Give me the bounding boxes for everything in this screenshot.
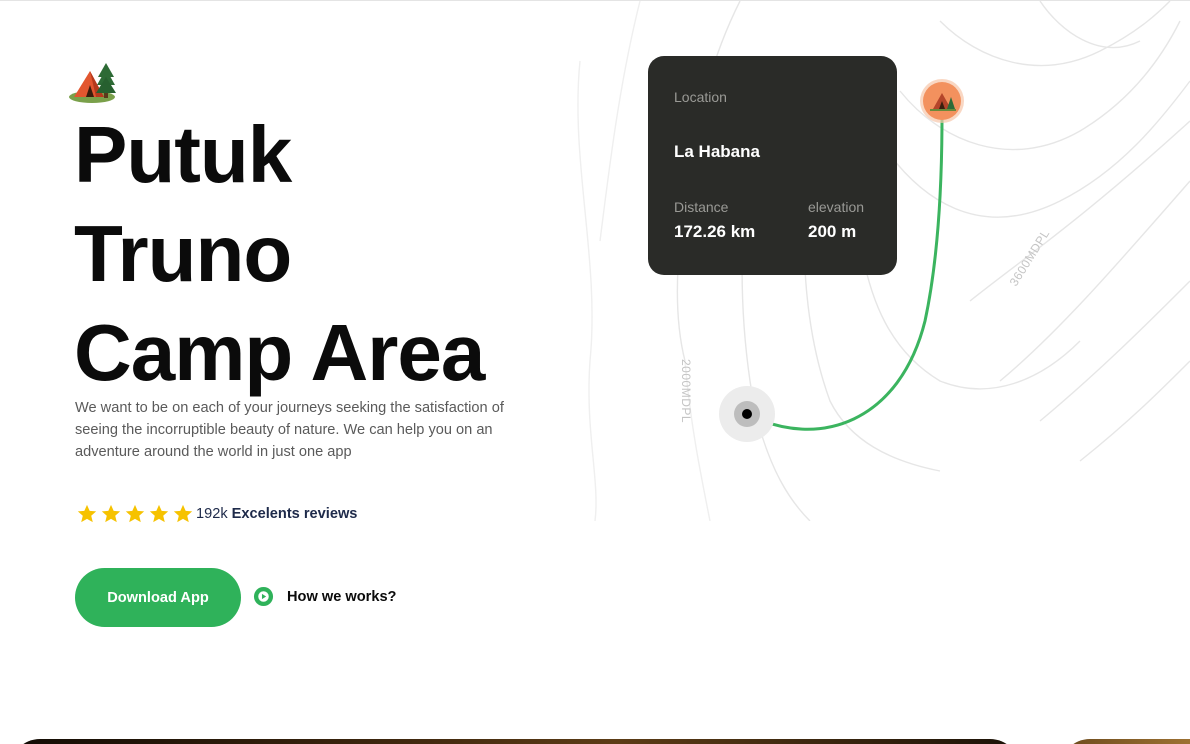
rating-count: 192k: [196, 506, 228, 522]
distance-label: Distance: [674, 199, 729, 215]
camp-tent-icon[interactable]: [920, 79, 964, 123]
hero-title-line-1: Putuk: [74, 110, 292, 199]
hero-title-line-3: Camp Area: [74, 308, 485, 397]
hero-title-line-2: Truno: [74, 209, 292, 298]
distance-value: 172.26 km: [674, 222, 756, 241]
star-icon: [149, 504, 169, 523]
location-value: La Habana: [674, 142, 760, 161]
location-label: Location: [674, 89, 727, 105]
star-icon: [101, 504, 121, 523]
gallery-card-image[interactable]: [10, 739, 1020, 744]
download-app-button[interactable]: Download App: [75, 568, 241, 627]
camp-tent-icon: [69, 63, 116, 103]
rating: 192k Excelents reviews: [76, 503, 357, 525]
location-dot-icon[interactable]: [719, 386, 775, 442]
elevation-value: 200 m: [808, 222, 857, 241]
landing-page: 2000MDPL 3600MDPL Putuk Truno Camp Area …: [0, 0, 1190, 744]
gallery-card-image[interactable]: [1060, 739, 1190, 744]
contour-label-2000: 2000MDPL: [679, 359, 693, 423]
elevation-label: elevation: [808, 199, 865, 215]
star-icon: [173, 504, 193, 523]
play-circle-icon: [253, 586, 274, 607]
star-icon: [77, 504, 97, 523]
how-we-works-label: How we works?: [287, 588, 397, 605]
how-we-works-link[interactable]: How we works?: [253, 586, 396, 607]
rating-label: Excelents reviews: [231, 506, 358, 522]
hero-title: Putuk Truno Camp Area: [74, 105, 485, 402]
location-info-card: Location La Habana Distance 172.26 km el…: [648, 56, 897, 275]
star-icon: [125, 504, 145, 523]
hero-description: We want to be on each of your journeys s…: [75, 400, 504, 460]
contour-label-3600: 3600MDPL: [1007, 227, 1053, 289]
